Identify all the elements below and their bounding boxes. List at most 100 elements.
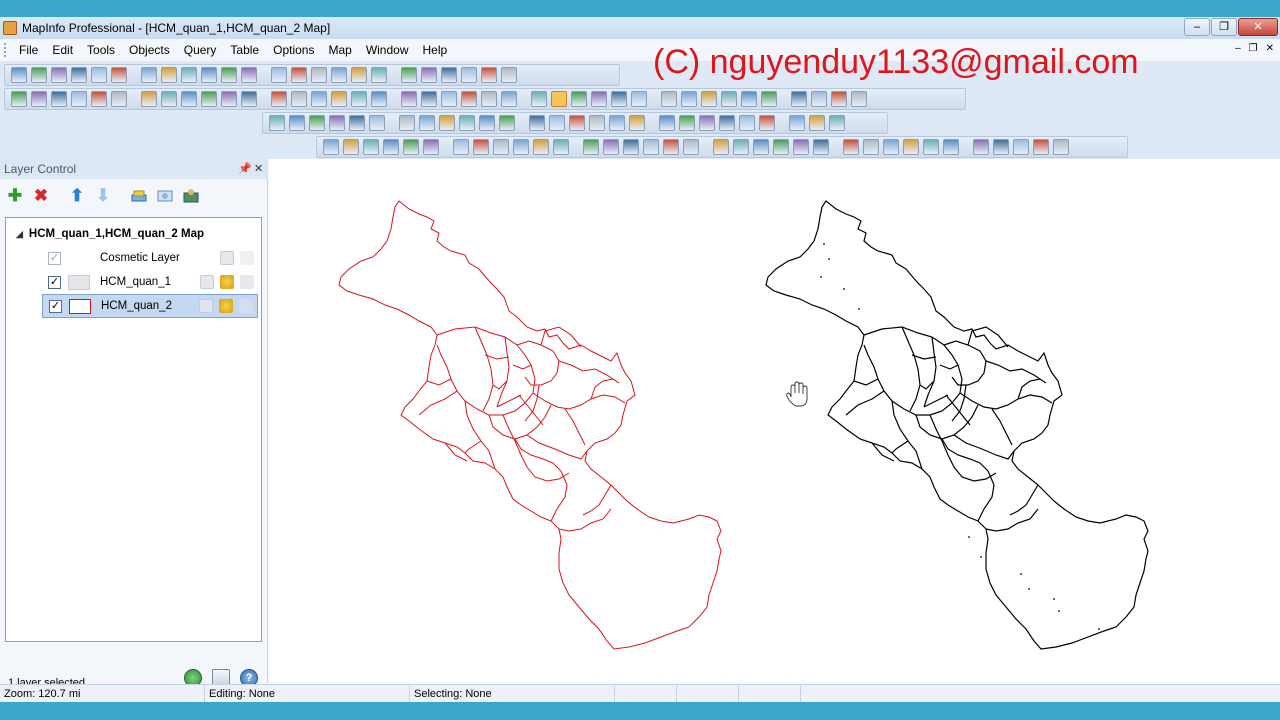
layer-icon[interactable]: [221, 91, 237, 107]
legend-icon[interactable]: [291, 67, 307, 83]
cut-icon[interactable]: [659, 115, 675, 131]
split-icon[interactable]: [421, 67, 437, 83]
erase-icon[interactable]: [441, 67, 457, 83]
menu-map[interactable]: Map: [321, 43, 358, 57]
menu-query[interactable]: Query: [177, 43, 224, 57]
map-node[interactable]: ◢ HCM_quan_1,HCM_quan_2 Map: [16, 228, 204, 240]
pan-icon[interactable]: [349, 115, 365, 131]
paste-icon[interactable]: [71, 91, 87, 107]
print-icon[interactable]: [71, 67, 87, 83]
legend-icon[interactable]: [241, 91, 257, 107]
split-icon[interactable]: [973, 139, 989, 155]
open-icon[interactable]: [31, 67, 47, 83]
paste-icon[interactable]: [683, 139, 699, 155]
polygon-icon[interactable]: [883, 139, 899, 155]
open-icon[interactable]: [583, 139, 599, 155]
layer-icon[interactable]: [383, 139, 399, 155]
zoom-in-icon[interactable]: [309, 115, 325, 131]
cut-icon[interactable]: [31, 91, 47, 107]
menu-options[interactable]: Options: [266, 43, 321, 57]
move-layer-up-icon[interactable]: ⬆: [66, 185, 88, 207]
layer-icon[interactable]: [661, 91, 677, 107]
new-icon[interactable]: [851, 91, 867, 107]
ruler-icon[interactable]: [813, 139, 829, 155]
print-icon[interactable]: [623, 139, 639, 155]
info-icon[interactable]: [631, 91, 647, 107]
map-canvas[interactable]: [269, 159, 1280, 683]
undo-icon[interactable]: [141, 67, 157, 83]
zoom-out-icon[interactable]: [201, 67, 217, 83]
selecting-status[interactable]: Selecting: None: [410, 684, 615, 703]
add-layer-icon[interactable]: ✚: [4, 185, 26, 207]
split-icon[interactable]: [371, 91, 387, 107]
print-icon[interactable]: [11, 91, 27, 107]
menu-file[interactable]: File: [12, 43, 45, 57]
point-icon[interactable]: [351, 67, 367, 83]
layer-row-cosmetic[interactable]: ✓ Cosmetic Layer: [42, 246, 258, 270]
open-icon[interactable]: [609, 115, 625, 131]
editable-icon[interactable]: [220, 251, 234, 265]
selectable-icon[interactable]: [240, 251, 254, 265]
point-icon[interactable]: [291, 91, 307, 107]
copy-icon[interactable]: [663, 139, 679, 155]
save-icon[interactable]: [629, 115, 645, 131]
menu-table[interactable]: Table: [223, 43, 266, 57]
legend-icon[interactable]: [681, 91, 697, 107]
close-button[interactable]: ✕: [1238, 18, 1278, 36]
panel-close-icon[interactable]: ✕: [254, 159, 263, 179]
erase-icon[interactable]: [569, 115, 585, 131]
node-icon[interactable]: [493, 139, 509, 155]
menu-edit[interactable]: Edit: [45, 43, 80, 57]
layer-visible-checkbox[interactable]: ✓: [48, 275, 61, 289]
move-layer-down-icon[interactable]: ⬇: [92, 185, 114, 207]
point-icon[interactable]: [741, 91, 757, 107]
zoom-in-icon[interactable]: [181, 67, 197, 83]
node-icon[interactable]: [331, 91, 347, 107]
ruler-icon[interactable]: [201, 91, 217, 107]
layer-properties-icon[interactable]: [128, 185, 150, 207]
menu-help[interactable]: Help: [416, 43, 455, 57]
zoom-status[interactable]: Zoom: 120.7 mi: [0, 684, 205, 703]
zoom-in-icon[interactable]: [571, 91, 587, 107]
undo-icon[interactable]: [91, 91, 107, 107]
text-icon[interactable]: [371, 67, 387, 83]
layer-icon[interactable]: [271, 67, 287, 83]
line-icon[interactable]: [701, 91, 717, 107]
erase-icon[interactable]: [553, 139, 569, 155]
copy-icon[interactable]: [51, 91, 67, 107]
polygon-icon[interactable]: [721, 91, 737, 107]
reshape-icon[interactable]: [401, 67, 417, 83]
select-icon[interactable]: [713, 139, 729, 155]
zoom-in-icon[interactable]: [733, 139, 749, 155]
line-icon[interactable]: [439, 115, 455, 131]
legend-icon[interactable]: [419, 115, 435, 131]
label-icon[interactable]: [240, 275, 254, 289]
paste-icon[interactable]: [699, 115, 715, 131]
line-icon[interactable]: [423, 139, 439, 155]
zoom-in-icon[interactable]: [759, 115, 775, 131]
cut-icon[interactable]: [643, 139, 659, 155]
select-icon[interactable]: [739, 115, 755, 131]
polygon-icon[interactable]: [331, 67, 347, 83]
new-icon[interactable]: [401, 91, 417, 107]
point-icon[interactable]: [479, 115, 495, 131]
node-icon[interactable]: [943, 139, 959, 155]
copy-icon[interactable]: [111, 67, 127, 83]
legend-icon[interactable]: [843, 139, 859, 155]
pan-icon[interactable]: [161, 91, 177, 107]
zoom-out-icon[interactable]: [591, 91, 607, 107]
ruler-icon[interactable]: [363, 139, 379, 155]
ruler-icon[interactable]: [829, 115, 845, 131]
select-icon[interactable]: [289, 115, 305, 131]
label-options-icon[interactable]: [180, 185, 202, 207]
legend-icon[interactable]: [403, 139, 419, 155]
pan-icon[interactable]: [611, 91, 627, 107]
split-icon[interactable]: [549, 115, 565, 131]
pan-icon[interactable]: [221, 67, 237, 83]
layer-row-hcm-quan-1[interactable]: ✓ HCM_quan_1: [42, 270, 258, 294]
select-icon[interactable]: [111, 91, 127, 107]
mdi-restore-button[interactable]: ❐: [1249, 43, 1258, 54]
expand-triangle-icon[interactable]: ◢: [16, 229, 23, 240]
open-icon[interactable]: [1033, 139, 1049, 155]
erase-icon[interactable]: [831, 91, 847, 107]
